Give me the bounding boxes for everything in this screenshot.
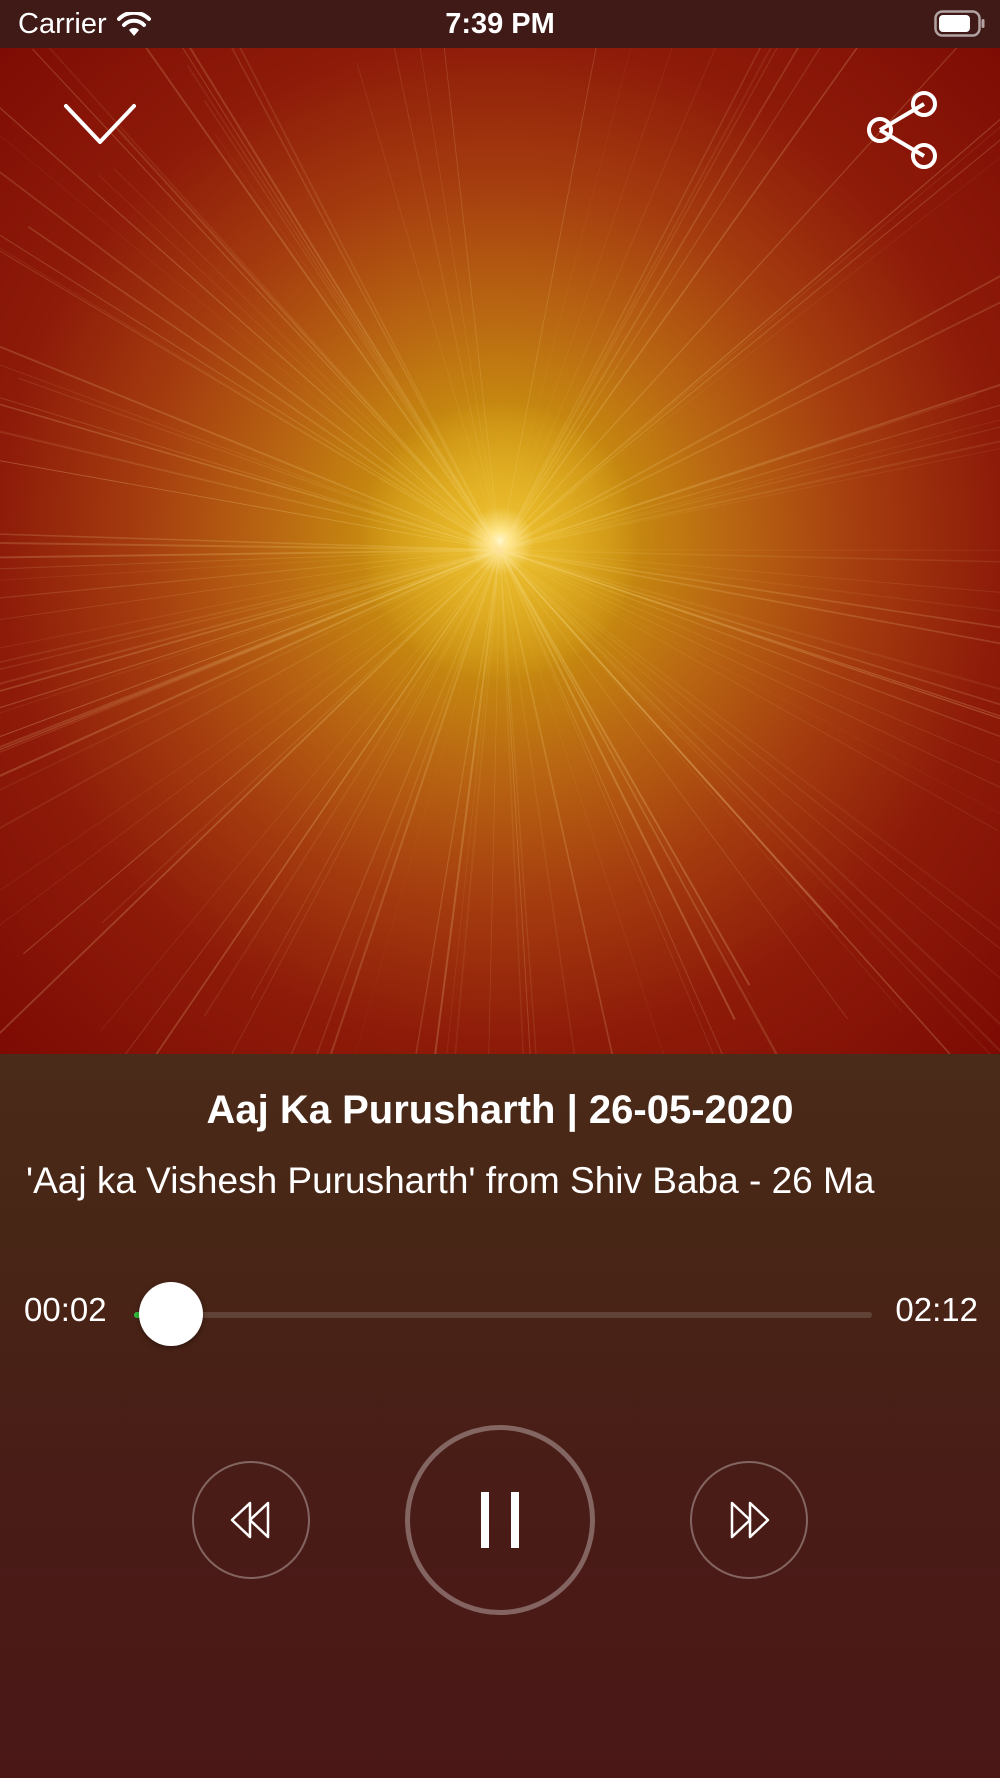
light-ray bbox=[0, 548, 501, 749]
album-artwork bbox=[0, 48, 1000, 1054]
light-ray bbox=[231, 48, 501, 551]
light-ray bbox=[499, 549, 778, 1054]
light-ray bbox=[22, 549, 501, 955]
light-ray bbox=[239, 48, 501, 551]
light-ray bbox=[499, 549, 1000, 593]
light-ray bbox=[0, 549, 501, 714]
chevron-down-icon[interactable] bbox=[62, 100, 138, 150]
light-ray bbox=[215, 134, 501, 551]
pause-button[interactable] bbox=[405, 1425, 595, 1615]
status-bar: Carrier 7:39 PM bbox=[0, 0, 1000, 48]
light-ray bbox=[0, 364, 501, 551]
light-ray bbox=[499, 275, 1000, 551]
light-ray bbox=[100, 549, 501, 1032]
light-ray bbox=[189, 48, 501, 551]
light-ray bbox=[499, 549, 1000, 788]
light-ray bbox=[499, 549, 1000, 979]
fast-forward-icon bbox=[730, 1501, 770, 1539]
light-ray bbox=[499, 549, 1000, 720]
light-ray bbox=[125, 549, 501, 1054]
light-ray bbox=[0, 549, 501, 559]
light-ray bbox=[499, 549, 1000, 738]
share-icon[interactable] bbox=[862, 88, 940, 172]
light-ray bbox=[499, 549, 664, 1054]
rewind-icon bbox=[230, 1501, 270, 1539]
light-ray bbox=[0, 549, 501, 692]
track-subtitle: 'Aaj ka Vishesh Purusharth' from Shiv Ba… bbox=[26, 1160, 875, 1201]
progress-track[interactable] bbox=[134, 1312, 872, 1318]
light-ray bbox=[499, 549, 1000, 1053]
forward-button[interactable] bbox=[690, 1461, 808, 1579]
track-title: Aaj Ka Purusharth | 26-05-2020 bbox=[206, 1088, 794, 1132]
light-ray bbox=[0, 250, 501, 551]
battery-icon bbox=[934, 10, 985, 37]
light-ray bbox=[499, 549, 1000, 552]
progress-thumb[interactable] bbox=[139, 1282, 203, 1346]
light-ray bbox=[499, 48, 632, 551]
light-ray bbox=[0, 549, 501, 693]
light-ray bbox=[156, 549, 501, 1054]
status-time: 7:39 PM bbox=[445, 8, 555, 40]
light-ray bbox=[499, 440, 1000, 552]
light-ray bbox=[0, 171, 501, 551]
light-ray bbox=[186, 64, 501, 551]
light-ray bbox=[499, 549, 903, 1013]
light-rays bbox=[0, 48, 1000, 1054]
light-ray bbox=[499, 448, 1000, 551]
light-ray bbox=[499, 48, 778, 551]
total-time: 02:12 bbox=[895, 1291, 978, 1328]
light-ray bbox=[27, 226, 501, 551]
pause-icon bbox=[481, 1492, 519, 1548]
light-ray bbox=[113, 167, 501, 551]
light-ray bbox=[145, 48, 501, 551]
light-ray bbox=[499, 48, 673, 551]
light-ray bbox=[0, 549, 501, 1035]
light-ray bbox=[0, 397, 501, 551]
light-ray bbox=[0, 549, 501, 685]
rewind-button[interactable] bbox=[192, 1461, 310, 1579]
light-ray bbox=[98, 174, 501, 551]
player-panel: Aaj Ka Purusharth | 26-05-2020 'Aaj ka V… bbox=[0, 1054, 1000, 1778]
light-ray bbox=[499, 549, 723, 1054]
current-time: 00:02 bbox=[24, 1291, 107, 1328]
light-ray bbox=[499, 48, 761, 551]
light-ray bbox=[499, 549, 531, 1054]
light-ray bbox=[0, 549, 501, 751]
light-ray bbox=[499, 419, 1000, 551]
light-ray bbox=[499, 426, 1000, 551]
